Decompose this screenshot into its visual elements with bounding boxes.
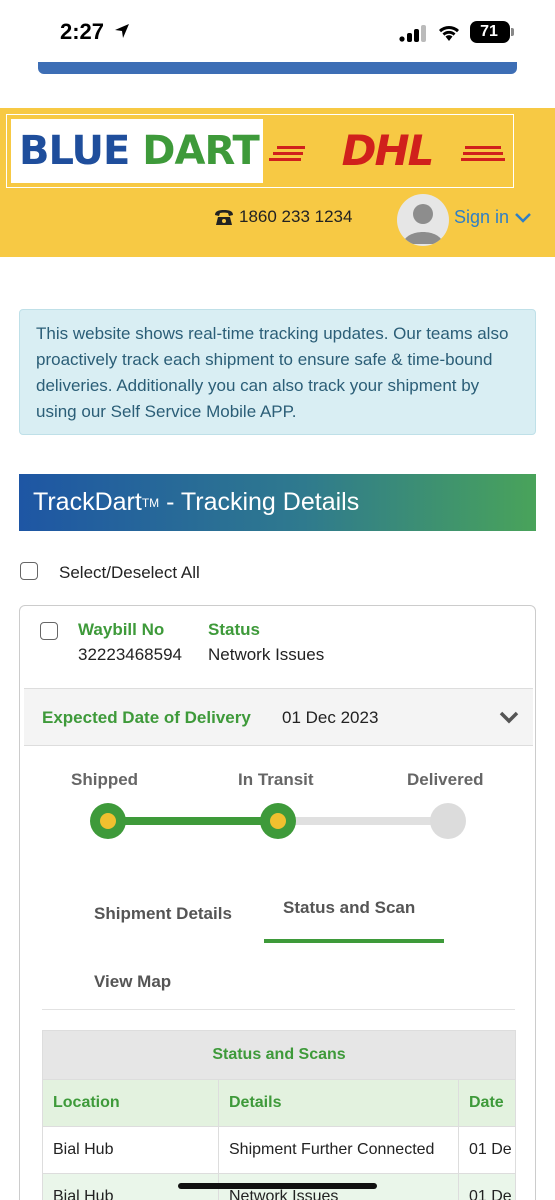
phone-number: 1860 233 1234 xyxy=(239,207,353,226)
select-all-label[interactable]: Select/Deselect All xyxy=(59,563,200,583)
tracking-details-title: - Tracking Details xyxy=(159,488,360,516)
expected-delivery-bar[interactable]: Expected Date of Delivery 01 Dec 2023 xyxy=(24,688,533,746)
tabs-divider xyxy=(42,1009,515,1010)
status-bar: 2:27 71 xyxy=(0,0,555,62)
logo-dart-text: DART xyxy=(142,128,259,174)
table-caption: Status and Scans xyxy=(43,1031,515,1079)
signin-label: Sign in xyxy=(454,207,510,227)
stage-delivered: Delivered xyxy=(407,770,484,789)
location-arrow-icon xyxy=(115,24,129,38)
table-header-row: Location Details Date xyxy=(43,1079,515,1126)
tab-status-and-scan[interactable]: Status and Scan xyxy=(283,898,415,918)
signin-dropdown[interactable]: Sign in xyxy=(454,207,531,228)
info-alert: This website shows real-time tracking up… xyxy=(19,309,536,435)
cell-location: Bial Hub xyxy=(53,1141,114,1158)
cell-date: 01 De xyxy=(458,1127,515,1173)
trackdart-title: TrackDart xyxy=(33,488,142,516)
dhl-logo-text: DHL xyxy=(342,126,433,175)
waybill-number: 32223468594 xyxy=(78,645,183,664)
tab-view-map[interactable]: View Map xyxy=(94,972,171,992)
status-value: Network Issues xyxy=(208,645,325,664)
active-tab-indicator xyxy=(264,939,444,943)
top-nav-strip xyxy=(38,62,517,74)
site-header: BLUE DART DHL 1860 233 1234 Sign in xyxy=(0,108,555,257)
dhl-logo: DHL xyxy=(269,126,505,175)
shipment-checkbox[interactable] xyxy=(40,622,58,640)
progress-node-delivered xyxy=(430,803,466,839)
select-all-row xyxy=(20,562,38,580)
battery-level: 71 xyxy=(480,23,498,40)
info-alert-text: This website shows real-time tracking up… xyxy=(36,324,509,421)
wifi-icon xyxy=(439,26,459,41)
stage-in-transit: In Transit xyxy=(238,770,314,789)
waybill-label: Waybill No xyxy=(78,620,165,639)
cell-details: Shipment Further Connected xyxy=(218,1127,458,1173)
phone-icon xyxy=(215,209,233,225)
blue-dart-logo: BLUE DART xyxy=(11,119,263,183)
status-scans-table: Status and Scans Location Details Date B… xyxy=(42,1030,516,1200)
column-header-date: Date xyxy=(458,1080,515,1126)
logo-blue-text: BLUE xyxy=(19,128,130,174)
user-icon xyxy=(403,204,443,244)
avatar[interactable] xyxy=(397,194,449,246)
battery-icon: 71 xyxy=(470,21,514,43)
tracking-details-heading: TrackDartTM - Tracking Details xyxy=(19,474,536,531)
cell-date: 01 De xyxy=(458,1174,515,1200)
chevron-down-icon[interactable] xyxy=(499,711,519,725)
shipment-progress-tracker xyxy=(90,803,466,839)
tab-shipment-details[interactable]: Shipment Details xyxy=(94,904,232,924)
shipment-card: Waybill No 32223468594 Status Network Is… xyxy=(19,605,536,1200)
status-label: Status xyxy=(208,620,260,639)
column-header-location: Location xyxy=(53,1094,120,1111)
table-row: Bial Hub Shipment Further Connected 01 D… xyxy=(43,1126,515,1173)
trademark-symbol: TM xyxy=(141,495,160,510)
home-indicator[interactable] xyxy=(178,1183,377,1189)
brand-logo[interactable]: BLUE DART DHL xyxy=(6,114,514,188)
stage-shipped: Shipped xyxy=(71,770,139,789)
progress-fill xyxy=(108,817,278,825)
expected-delivery-label: Expected Date of Delivery xyxy=(42,708,251,727)
column-header-details: Details xyxy=(218,1080,458,1126)
cellular-signal-icon xyxy=(399,25,426,42)
select-all-checkbox[interactable] xyxy=(20,562,38,580)
status-time: 2:27 xyxy=(60,19,105,44)
chevron-down-icon xyxy=(515,212,531,223)
helpline-phone[interactable]: 1860 233 1234 xyxy=(214,207,352,227)
expected-delivery-date: 01 Dec 2023 xyxy=(282,708,379,727)
